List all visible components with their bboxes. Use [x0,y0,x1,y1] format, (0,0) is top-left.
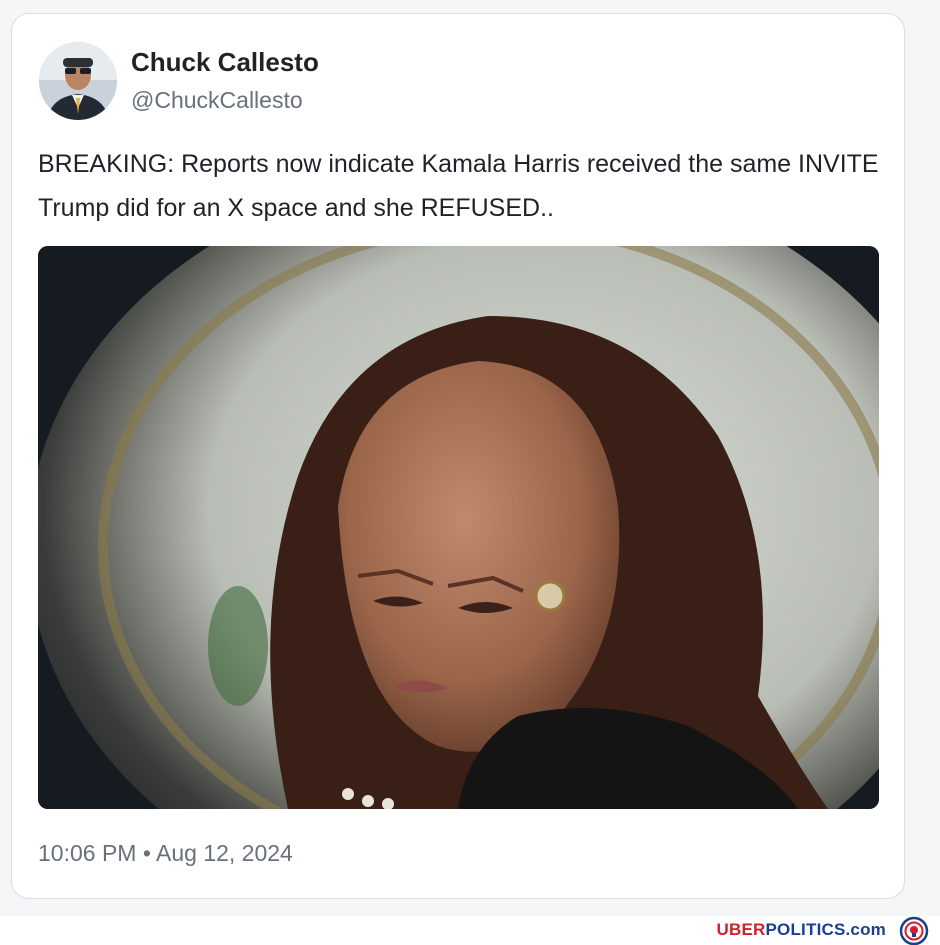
brand-part-politics: POLITICS.com [765,920,886,939]
display-name[interactable]: Chuck Callesto [131,47,319,78]
user-avatar-icon [39,42,117,120]
tweet-timestamp[interactable]: 10:06 PM • Aug 12, 2024 [38,840,293,867]
user-handle[interactable]: @ChuckCallesto [131,87,303,114]
lion-crest-icon [899,916,929,945]
watermark-brand: UBERPOLITICS.com [717,920,886,940]
avatar[interactable] [39,42,117,120]
tweet-text: BREAKING: Reports now indicate Kamala Ha… [38,150,879,222]
tweet-media-image[interactable] [38,246,879,809]
tweet-card[interactable]: Chuck Callesto @ChuckCallesto BREAKING: … [11,13,905,899]
brand-part-uber: UBER [716,920,766,939]
news-photo-icon [38,246,879,809]
page-background: Chuck Callesto @ChuckCallesto BREAKING: … [0,0,940,945]
